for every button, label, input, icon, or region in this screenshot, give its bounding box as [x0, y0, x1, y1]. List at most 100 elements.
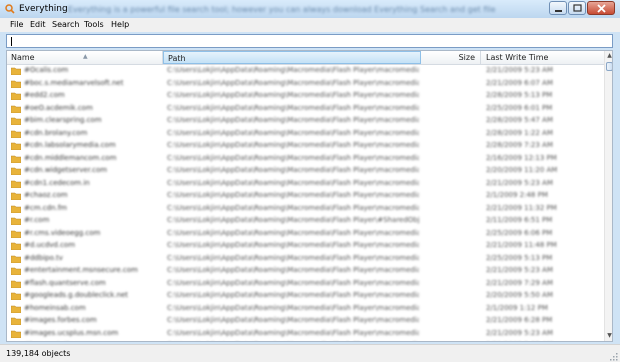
row-name: #bim.clearspring.com: [24, 116, 102, 124]
table-row[interactable]: #boc.s.mediamarvelsoft.net C:\Users\Lokji…: [7, 78, 604, 90]
menu-search[interactable]: Search: [52, 20, 79, 29]
table-row[interactable]: #cdn.brolany.com C:\Users\Lokjin\AppData\…: [7, 128, 604, 140]
resize-grip-icon[interactable]: [608, 351, 618, 361]
row-path: C:\Users\Lokjin\AppData\Roaming\Macromed…: [167, 341, 419, 342]
table-row[interactable]: #img.ucstatic.com C:\Users\Lokjin\AppData…: [7, 340, 604, 342]
table-row[interactable]: #r.com C:\Users\Lokjin\AppData\Roaming\Ma…: [7, 215, 604, 227]
table-row[interactable]: #entertainment.msnsecure.com C:\Users\Lok…: [7, 265, 604, 277]
table-row[interactable]: #flash.quantserve.com C:\Users\Lokjin\App…: [7, 278, 604, 290]
app-icon: [5, 4, 15, 14]
row-name: #chaoz.com: [24, 191, 68, 199]
scroll-thumb[interactable]: [606, 62, 612, 71]
menu-tools[interactable]: Tools: [84, 20, 104, 29]
row-date: 2/21/2009 5:23 AM: [486, 66, 553, 74]
status-bar: 139,184 objects: [0, 344, 620, 362]
folder-icon: [11, 80, 21, 88]
folder-icon: [11, 92, 21, 100]
row-date: 2/21/2009 7:29 AM: [486, 278, 553, 287]
table-row[interactable]: #d.ucdvd.com C:\Users\Lokjin\AppData\Roam…: [7, 240, 604, 252]
table-row[interactable]: #cdn.widgetserver.com C:\Users\Lokjin\App…: [7, 165, 604, 177]
maximize-button[interactable]: [568, 1, 586, 15]
table-row[interactable]: #bim.clearspring.com C:\Users\Lokjin\AppD…: [7, 115, 604, 127]
row-name: #cm.cdn.fm: [24, 203, 67, 212]
row-path: C:\Users\Lokjin\AppData\Roaming\Macromed…: [167, 166, 419, 174]
row-name: #r.cms.videoegg.com: [24, 228, 101, 237]
row-path: C:\Users\Lokjin\AppData\Roaming\Macromed…: [167, 153, 419, 162]
row-path: C:\Users\Lokjin\AppData\Roaming\Macromed…: [167, 328, 419, 337]
folder-icon: [11, 217, 21, 225]
title-bar[interactable]: Everything Everything is a powerful file…: [0, 0, 620, 18]
table-row[interactable]: #Ocalis.com C:\Users\Lokjin\AppData\Roami…: [7, 65, 604, 77]
folder-icon: [11, 155, 21, 163]
column-name[interactable]: Name ▲: [7, 51, 163, 64]
search-input[interactable]: [6, 34, 613, 48]
folder-icon: [11, 267, 21, 275]
row-name: #homeinsab.com: [24, 303, 86, 312]
table-row[interactable]: #googleads.g.doubleclick.net C:\Users\Lok…: [7, 290, 604, 302]
object-count: 139,184 objects: [6, 349, 71, 358]
scroll-up-icon[interactable]: ▲: [606, 52, 612, 60]
folder-icon: [11, 205, 21, 213]
column-path[interactable]: Path: [163, 51, 421, 64]
column-size[interactable]: Size: [421, 51, 481, 64]
menu-edit[interactable]: Edit: [30, 20, 46, 29]
row-name: #googleads.g.doubleclick.net: [24, 291, 129, 299]
vertical-scrollbar[interactable]: ▲ ▼: [604, 51, 612, 341]
row-path: C:\Users\Lokjin\AppData\Roaming\Macromed…: [167, 66, 419, 74]
column-size-label: Size: [458, 53, 475, 62]
row-date: 2/20/2009 5:50 AM: [486, 291, 553, 299]
row-path: C:\Users\Lokjin\AppData\Roaming\Macromed…: [167, 103, 419, 112]
table-row[interactable]: #chaoz.com C:\Users\Lokjin\AppData\Roamin…: [7, 190, 604, 202]
close-button[interactable]: [587, 1, 615, 15]
results-list[interactable]: Name ▲ Path Size Last Write Time #Ocalis…: [6, 50, 613, 342]
table-row[interactable]: #oeO.acdemik.com C:\Users\Lokjin\AppData\…: [7, 103, 604, 115]
row-name: #r.com: [24, 216, 50, 224]
folder-icon: [11, 180, 21, 188]
row-name: #flash.quantserve.com: [24, 278, 106, 287]
row-date: 2/20/2009 11:20 AM: [486, 166, 558, 174]
table-row[interactable]: #cdn1.cedecom.in C:\Users\Lokjin\AppData\…: [7, 178, 604, 190]
row-path: C:\Users\Lokjin\AppData\Roaming\Macromed…: [167, 316, 419, 324]
sort-ascending-icon: ▲: [83, 53, 88, 60]
everything-window: Everything Everything is a powerful file…: [0, 0, 620, 362]
table-row[interactable]: #homeinsab.com C:\Users\Lokjin\AppData\Ro…: [7, 303, 604, 315]
row-date: 2/28/2009 5:47 AM: [486, 116, 553, 124]
maximize-icon: [573, 4, 582, 12]
row-date: 2/28/2009 5:13 PM: [486, 91, 553, 99]
row-date: 2/25/2009 5:13 PM: [486, 253, 553, 262]
table-row[interactable]: #images.ucsplus.msn.com C:\Users\Lokjin\A…: [7, 328, 604, 340]
row-name: #ddbipo.tv: [24, 253, 63, 262]
folder-icon: [11, 305, 21, 313]
menu-help[interactable]: Help: [111, 20, 129, 29]
row-date: 2/21/2009 5:23 AM: [486, 178, 553, 187]
column-date-label: Last Write Time: [486, 53, 549, 62]
row-date: 2/11/2009 6:51 PM: [486, 216, 553, 224]
folder-icon: [11, 67, 21, 75]
folder-icon: [11, 230, 21, 238]
table-row[interactable]: #cm.cdn.fm C:\Users\Lokjin\AppData\Roamin…: [7, 203, 604, 215]
row-name: #cdn.middlemancom.com: [24, 153, 117, 162]
table-row[interactable]: #cdn.labsolarymedia.com C:\Users\Lokjin\A…: [7, 140, 604, 152]
row-path: C:\Users\Lokjin\AppData\Roaming\Macromed…: [167, 141, 419, 149]
folder-icon: [11, 142, 21, 150]
row-path: C:\Users\Lokjin\AppData\Roaming\Macromed…: [167, 191, 419, 199]
row-date: 2/28/2009 7:23 AM: [486, 141, 553, 149]
table-row[interactable]: #ddbipo.tv C:\Users\Lokjin\AppData\Roamin…: [7, 253, 604, 265]
table-row[interactable]: #edd2.com C:\Users\Lokjin\AppData\Roaming…: [7, 90, 604, 102]
row-name: #images.ucsplus.msn.com: [24, 328, 119, 337]
minimize-button[interactable]: [549, 1, 567, 15]
table-row[interactable]: #r.cms.videoegg.com C:\Users\Lokjin\AppDa…: [7, 228, 604, 240]
row-name: #oeO.acdemik.com: [24, 103, 93, 112]
row-date: 2/16/2009 12:13 PM: [486, 153, 557, 162]
table-row[interactable]: #cdn.middlemancom.com C:\Users\Lokjin\App…: [7, 153, 604, 165]
row-name: #cdn.widgetserver.com: [24, 166, 108, 174]
row-path: C:\Users\Lokjin\AppData\Roaming\Macromed…: [167, 178, 419, 187]
menu-file[interactable]: File: [10, 20, 23, 29]
table-row[interactable]: #images.forbes.com C:\Users\Lokjin\AppDat…: [7, 315, 604, 327]
row-name: #Ocalis.com: [24, 66, 69, 74]
column-last-write-time[interactable]: Last Write Time: [481, 51, 604, 64]
scroll-down-icon[interactable]: ▼: [606, 332, 612, 340]
minimize-icon: [555, 10, 562, 12]
folder-icon: [11, 242, 21, 250]
column-name-label: Name: [11, 53, 35, 62]
